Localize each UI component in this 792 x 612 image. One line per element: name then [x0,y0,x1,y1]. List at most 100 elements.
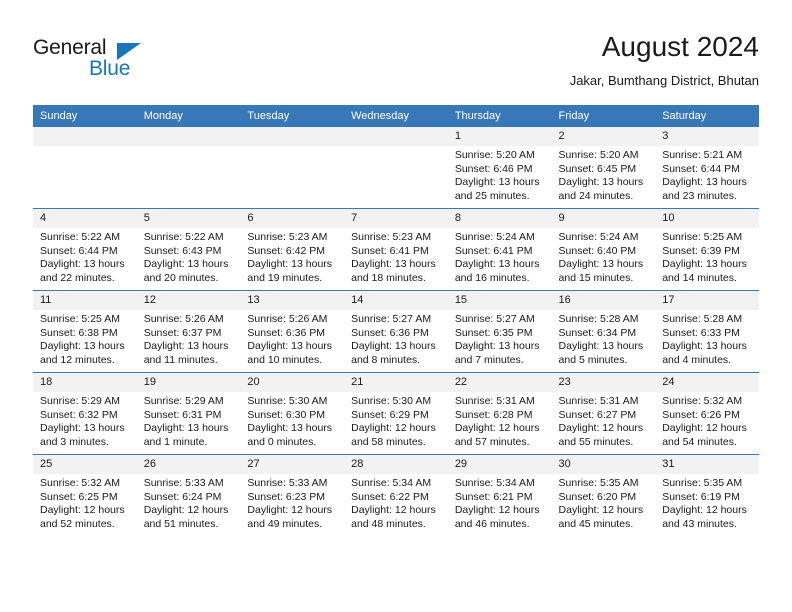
day-number: 14 [344,291,448,310]
calendar-day-cell[interactable]: 14 Sunrise: 5:27 AM Sunset: 6:36 PM Dayligh… [344,290,448,373]
daylight-text: Daylight: 13 hours and 23 minutes. [662,176,747,202]
day-details: Sunrise: 5:23 AM Sunset: 6:41 PM Daylight:… [344,228,448,290]
brand-logo[interactable]: General Blue [33,36,233,86]
calendar-day-cell[interactable]: 17 Sunrise: 5:28 AM Sunset: 6:33 PM Dayligh… [655,290,759,373]
sunset-text: Sunset: 6:44 PM [40,244,118,257]
calendar-week-row: 1 Sunrise: 5:20 AM Sunset: 6:46 PM Daylight… [33,127,759,209]
sunrise-text: Sunrise: 5:35 AM [558,477,639,489]
day-details: Sunrise: 5:27 AM Sunset: 6:36 PM Daylight:… [344,310,448,372]
sunset-text: Sunset: 6:19 PM [662,490,740,503]
sunrise-text: Sunrise: 5:27 AM [454,313,535,325]
day-number [240,127,345,146]
calendar-day-cell[interactable]: 18 Sunrise: 5:29 AM Sunset: 6:32 PM Dayligh… [33,372,137,455]
daylight-text: Daylight: 13 hours and 24 minutes. [558,176,644,202]
day-number: 28 [344,455,448,474]
sunrise-text: Sunrise: 5:34 AM [454,477,535,489]
sunrise-text: Sunrise: 5:28 AM [662,313,743,325]
day-number [33,127,137,146]
daylight-text: Daylight: 13 hours and 18 minutes. [351,258,436,284]
day-number: 7 [344,209,448,228]
day-number: 11 [33,291,137,310]
day-details: Sunrise: 5:32 AM Sunset: 6:26 PM Daylight:… [655,392,759,454]
day-details: Sunrise: 5:25 AM Sunset: 6:38 PM Daylight:… [33,310,137,372]
calendar-body: 1 Sunrise: 5:20 AM Sunset: 6:46 PM Daylight… [33,127,759,536]
calendar-day-cell[interactable]: 10 Sunrise: 5:25 AM Sunset: 6:39 PM Dayligh… [655,208,759,291]
sunset-text: Sunset: 6:40 PM [558,244,637,257]
sunset-text: Sunset: 6:36 PM [351,326,429,339]
day-number: 16 [551,291,656,310]
sunrise-text: Sunrise: 5:32 AM [40,477,120,489]
calendar-day-cell[interactable]: 2 Sunrise: 5:20 AM Sunset: 6:45 PM Daylight… [551,127,656,209]
sunset-text: Sunset: 6:45 PM [558,162,637,175]
calendar-day-cell[interactable]: 16 Sunrise: 5:28 AM Sunset: 6:34 PM Dayligh… [551,290,656,373]
calendar-day-cell[interactable]: 8 Sunrise: 5:24 AM Sunset: 6:41 PM Daylight… [447,208,552,291]
calendar-day-cell[interactable]: 24 Sunrise: 5:32 AM Sunset: 6:26 PM Dayligh… [655,372,759,455]
day-details: Sunrise: 5:28 AM Sunset: 6:33 PM Daylight:… [655,310,759,372]
day-details [136,146,241,208]
day-number: 13 [240,291,345,310]
calendar-day-cell[interactable]: 6 Sunrise: 5:23 AM Sunset: 6:42 PM Daylight… [240,208,345,291]
day-details: Sunrise: 5:29 AM Sunset: 6:31 PM Daylight:… [137,392,241,454]
calendar-day-cell[interactable]: 7 Sunrise: 5:23 AM Sunset: 6:41 PM Daylight… [344,208,448,291]
calendar-day-cell[interactable]: 5 Sunrise: 5:22 AM Sunset: 6:43 PM Daylight… [136,208,241,291]
day-number: 18 [33,373,137,392]
calendar-day-cell[interactable]: 4 Sunrise: 5:22 AM Sunset: 6:44 PM Daylight… [33,208,137,291]
day-number: 17 [655,291,759,310]
calendar-day-cell[interactable]: 22 Sunrise: 5:31 AM Sunset: 6:28 PM Dayligh… [447,372,552,455]
calendar-day-cell[interactable]: 11 Sunrise: 5:25 AM Sunset: 6:38 PM Dayligh… [33,290,137,373]
day-details: Sunrise: 5:27 AM Sunset: 6:35 PM Daylight:… [448,310,552,372]
calendar-day-cell[interactable]: 21 Sunrise: 5:30 AM Sunset: 6:29 PM Dayligh… [344,372,448,455]
sunrise-text: Sunrise: 5:33 AM [247,477,328,489]
day-number: 1 [447,127,552,146]
daylight-text: Daylight: 13 hours and 5 minutes. [558,340,644,366]
day-details [33,146,137,208]
calendar-day-cell[interactable]: 9 Sunrise: 5:24 AM Sunset: 6:40 PM Daylight… [551,208,656,291]
sunset-text: Sunset: 6:34 PM [558,326,637,339]
weekday-header-wednesday: Wednesday [344,105,448,127]
sunrise-text: Sunrise: 5:33 AM [143,477,224,489]
sunset-text: Sunset: 6:37 PM [143,326,222,339]
weekday-header-saturday: Saturday [655,105,759,127]
calendar-day-cell[interactable]: 12 Sunrise: 5:26 AM Sunset: 6:37 PM Dayligh… [136,290,241,373]
calendar-day-cell[interactable]: 29 Sunrise: 5:34 AM Sunset: 6:21 PM Dayligh… [447,454,552,536]
day-details [344,146,448,208]
sunrise-text: Sunrise: 5:25 AM [40,313,120,325]
calendar-day-cell[interactable]: 25 Sunrise: 5:32 AM Sunset: 6:25 PM Dayligh… [33,454,137,536]
sunrise-text: Sunrise: 5:30 AM [351,395,432,407]
sunset-text: Sunset: 6:33 PM [662,326,740,339]
daylight-text: Daylight: 13 hours and 19 minutes. [247,258,333,284]
calendar-day-cell[interactable]: 20 Sunrise: 5:30 AM Sunset: 6:30 PM Dayligh… [240,372,345,455]
daylight-text: Daylight: 13 hours and 25 minutes. [454,176,540,202]
day-number: 19 [136,373,241,392]
title-block: August 2024 Jakar, Bumthang District, Bh… [570,30,759,90]
day-details: Sunrise: 5:26 AM Sunset: 6:36 PM Daylight:… [240,310,344,372]
sunset-text: Sunset: 6:43 PM [143,244,222,257]
sunrise-text: Sunrise: 5:30 AM [247,395,328,407]
calendar-day-cell[interactable]: 23 Sunrise: 5:31 AM Sunset: 6:27 PM Dayligh… [551,372,656,455]
calendar-day-cell[interactable]: 19 Sunrise: 5:29 AM Sunset: 6:31 PM Dayligh… [136,372,241,455]
calendar-day-cell[interactable]: 28 Sunrise: 5:34 AM Sunset: 6:22 PM Dayligh… [344,454,448,536]
day-details: Sunrise: 5:29 AM Sunset: 6:32 PM Daylight:… [33,392,137,454]
sunrise-text: Sunrise: 5:21 AM [662,149,743,161]
calendar-day-cell[interactable]: 27 Sunrise: 5:33 AM Sunset: 6:23 PM Dayligh… [240,454,345,536]
calendar-day-cell[interactable]: 1 Sunrise: 5:20 AM Sunset: 6:46 PM Daylight… [447,127,552,209]
sunrise-text: Sunrise: 5:25 AM [662,231,743,243]
sunset-text: Sunset: 6:39 PM [662,244,740,257]
calendar-day-cell[interactable]: 31 Sunrise: 5:35 AM Sunset: 6:19 PM Dayligh… [655,454,759,536]
calendar-day-cell[interactable]: 26 Sunrise: 5:33 AM Sunset: 6:24 PM Dayligh… [136,454,241,536]
sunset-text: Sunset: 6:26 PM [662,408,740,421]
calendar-day-cell[interactable]: 3 Sunrise: 5:21 AM Sunset: 6:44 PM Daylight… [655,127,759,209]
sunset-text: Sunset: 6:21 PM [454,490,533,503]
day-number: 26 [136,455,241,474]
daylight-text: Daylight: 13 hours and 0 minutes. [247,422,333,448]
day-number: 21 [344,373,448,392]
calendar-day-cell[interactable]: 30 Sunrise: 5:35 AM Sunset: 6:20 PM Dayligh… [551,454,656,536]
day-details: Sunrise: 5:35 AM Sunset: 6:19 PM Daylight:… [655,474,759,536]
calendar-day-cell[interactable]: 13 Sunrise: 5:26 AM Sunset: 6:36 PM Dayligh… [240,290,345,373]
calendar-day-cell[interactable]: 15 Sunrise: 5:27 AM Sunset: 6:35 PM Dayligh… [447,290,552,373]
sunrise-text: Sunrise: 5:31 AM [558,395,639,407]
calendar-page: General Blue August 2024 Jakar, Bumthang… [0,0,792,612]
day-number: 10 [655,209,759,228]
day-number [136,127,241,146]
sunset-text: Sunset: 6:22 PM [351,490,429,503]
